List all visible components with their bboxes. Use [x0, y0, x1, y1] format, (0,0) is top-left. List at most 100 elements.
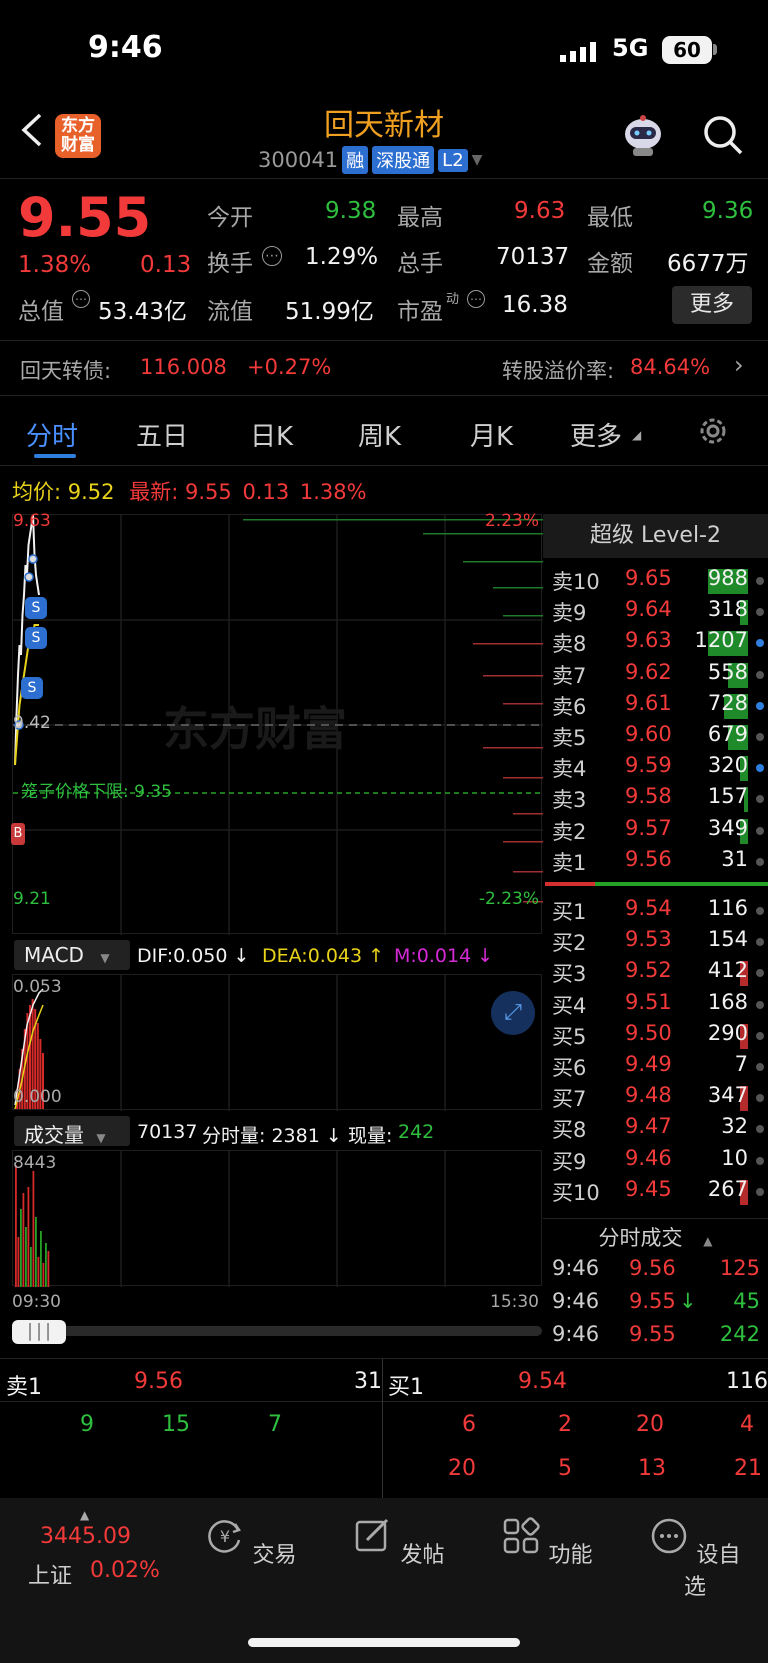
tab-intraday[interactable]: 分时 — [26, 416, 78, 453]
ask-level-row[interactable]: 卖8 9.63 1207 — [543, 628, 768, 659]
trade-icon: ¥ — [208, 1520, 242, 1553]
tab-more[interactable]: 更多 — [570, 416, 622, 453]
ask-level-row[interactable]: 卖4 9.59 320 — [543, 753, 768, 784]
nav-watchlist[interactable]: 设自选 — [640, 1516, 750, 1601]
home-indicator[interactable] — [248, 1638, 520, 1647]
intraday-chart[interactable]: 东方财富 9.63 9.42 9.21 2.23% -2.23% 笼子价格下限:… — [11, 511, 543, 935]
ticks-header[interactable]: 分时成交 ▲ — [543, 1222, 768, 1252]
convertible-bond-row[interactable]: 回天转债: 116.008 +0.27% 转股溢价率: 84.64% › — [0, 340, 768, 396]
tab-monthly-k[interactable]: 月K — [470, 416, 513, 453]
level-label: 卖2 — [552, 819, 587, 844]
sell1-label: 卖1 — [6, 1375, 42, 1400]
sell-signal-icon[interactable]: S — [21, 677, 43, 699]
level-dot — [756, 938, 764, 947]
amount-value: 6677万 — [667, 251, 749, 277]
search-icon[interactable] — [702, 114, 744, 156]
buy-signal-icon[interactable]: B — [11, 823, 25, 845]
tick-time: 9:46 — [552, 1289, 600, 1313]
level-dot — [756, 733, 764, 741]
ask-level-row[interactable]: 卖5 9.60 679 — [543, 722, 768, 753]
ask-level-row[interactable]: 卖6 9.61 728 — [543, 691, 768, 722]
bid-level-row[interactable]: 买8 9.47 32 — [543, 1114, 768, 1145]
level-label: 卖5 — [552, 726, 587, 750]
tick-volume: 45 — [733, 1289, 760, 1313]
volume-bar — [17, 1237, 20, 1287]
volume-top-label: 8443 — [13, 1153, 57, 1173]
bond-name: 回天转债: — [20, 359, 112, 383]
time-end-label: 15:30 — [490, 1292, 539, 1312]
volume-bar — [40, 1231, 42, 1287]
sell-signal-icon[interactable]: S — [25, 627, 47, 649]
bid-level-row[interactable]: 买9 9.46 10 — [543, 1146, 768, 1177]
ask-level-row[interactable]: 卖10 9.65 988 — [543, 566, 768, 597]
avg-label: 均价: — [12, 480, 62, 504]
scroll-handle[interactable]: │││ — [12, 1320, 66, 1344]
info-icon[interactable]: ⋯ — [262, 246, 282, 266]
volume-selector[interactable]: 成交量 ▼ — [14, 1116, 130, 1147]
macd-svg — [14, 975, 446, 1111]
ask-level-row[interactable]: 卖2 9.57 349 — [543, 816, 768, 847]
macd-selector[interactable]: MACD ▼ — [14, 940, 130, 970]
volume-chart[interactable]: 8443 — [12, 1150, 542, 1287]
bid-level-row[interactable]: 买4 9.51 168 — [543, 990, 768, 1021]
level-price: 9.53 — [625, 927, 672, 952]
bid-level-row[interactable]: 买5 9.50 290 — [543, 1021, 768, 1052]
bid-level-row[interactable]: 买6 9.49 7 — [543, 1052, 768, 1083]
robot-assistant-icon[interactable] — [618, 112, 668, 158]
ask-level-row[interactable]: 卖9 9.64 318 — [543, 597, 768, 628]
nav-post[interactable]: 发帖 — [344, 1516, 454, 1569]
sell-signal-icon[interactable]: S — [25, 597, 47, 619]
level-label: 卖7 — [552, 663, 587, 688]
caret-up-icon: ▲ — [80, 1508, 90, 1522]
chevron-right-icon: › — [734, 351, 744, 379]
tab-daily-k[interactable]: 日K — [250, 416, 293, 453]
time-scrollbar[interactable] — [12, 1326, 542, 1336]
expand-icon[interactable]: ⤢ — [491, 991, 535, 1035]
tick-arrow: ↓ — [679, 1289, 697, 1313]
float-cap-label: 流值 — [207, 299, 253, 325]
volume-bar — [47, 1251, 50, 1287]
level-label: 买8 — [552, 1118, 587, 1143]
level-dot — [756, 907, 764, 915]
sell-queue-item: 7 — [268, 1412, 282, 1437]
volume-bar — [32, 1171, 35, 1287]
bid-level-row[interactable]: 买10 9.45 267 — [543, 1177, 768, 1208]
nav-trade[interactable]: ¥ 交易 — [196, 1516, 306, 1569]
level-label: 买3 — [552, 962, 587, 987]
bid-level-row[interactable]: 买3 9.52 412 — [543, 958, 768, 989]
open-label: 今开 — [207, 205, 253, 231]
bid-level-row[interactable]: 买2 9.53 154 — [543, 927, 768, 958]
watermark: 东方财富 — [163, 702, 347, 756]
level2-title[interactable]: 超级 Level-2 — [543, 514, 768, 558]
ask-level-row[interactable]: 卖1 9.56 31 — [543, 847, 768, 878]
level-label: 买6 — [552, 1056, 587, 1080]
chevron-down-icon[interactable]: ▼ — [472, 152, 483, 168]
ask-bid-ratio-red — [545, 882, 595, 886]
buy-queue-item: 13 — [638, 1456, 666, 1481]
info-icon[interactable]: ⋯ — [467, 290, 485, 308]
bid-level-row[interactable]: 买7 9.48 347 — [543, 1083, 768, 1114]
nav-functions[interactable]: 功能 — [492, 1516, 602, 1569]
tab-five-day[interactable]: 五日 — [136, 416, 188, 453]
price-limit-label: 笼子价格下限: 9.35 — [21, 782, 172, 802]
y-mid-label: 9.42 — [13, 713, 51, 733]
ask-level-row[interactable]: 卖3 9.58 157 — [543, 784, 768, 815]
turnover-value: 1.29% — [305, 244, 379, 270]
latest-pct: 1.38% — [299, 480, 367, 504]
volume-name: 成交量 — [24, 1123, 84, 1147]
info-icon[interactable]: ⋯ — [72, 290, 90, 308]
time-start-label: 09:30 — [12, 1292, 61, 1312]
bid-level-row[interactable]: 买1 9.54 116 — [543, 896, 768, 927]
ask-level-row[interactable]: 卖7 9.62 558 — [543, 660, 768, 691]
macd-chart[interactable]: 0.053 0.000 ⤢ — [12, 974, 542, 1111]
level-dot — [756, 795, 764, 804]
settings-gear-icon[interactable] — [696, 414, 730, 448]
change-percent: 1.38% — [18, 252, 92, 278]
y-bot-label: 9.21 — [13, 889, 51, 909]
level-price: 9.45 — [625, 1176, 672, 1201]
depth-bar — [503, 777, 543, 779]
tab-weekly-k[interactable]: 周K — [358, 416, 401, 453]
level-price: 9.54 — [625, 896, 672, 920]
index-ticker[interactable]: ▲ 3445.09 上证 0.02% — [28, 1508, 168, 1594]
more-button[interactable]: 更多 — [672, 286, 752, 324]
